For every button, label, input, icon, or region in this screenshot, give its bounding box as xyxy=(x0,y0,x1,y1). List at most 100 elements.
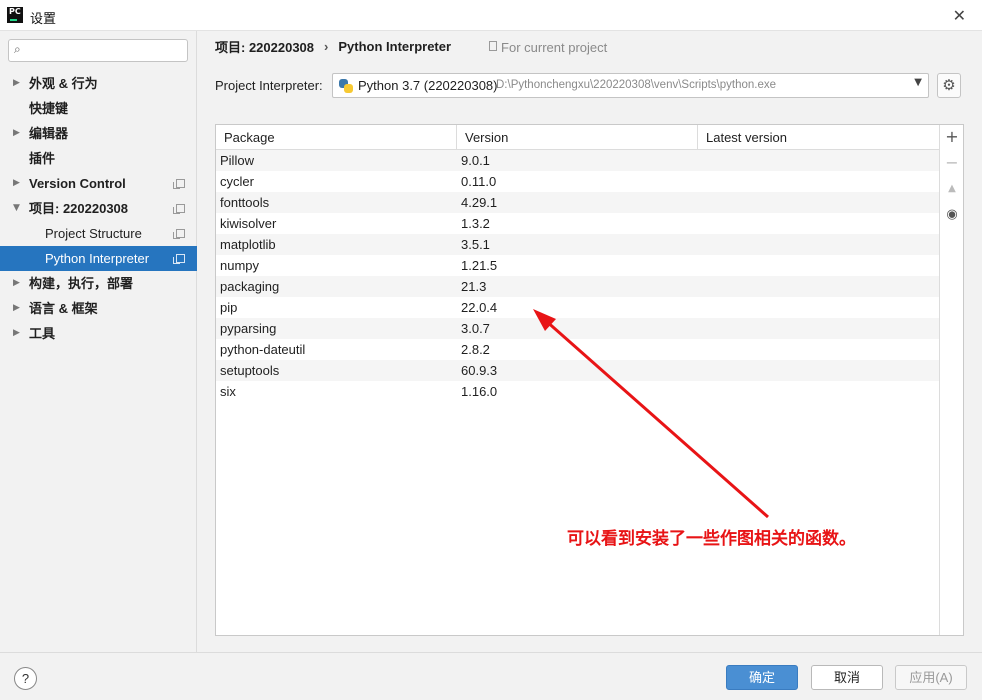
package-toolbar: + − ▲ ◉ xyxy=(939,125,963,635)
package-version: 22.0.4 xyxy=(461,300,498,315)
column-header-version[interactable]: Version xyxy=(457,125,698,150)
upgrade-icon[interactable]: ▲ xyxy=(940,179,964,199)
package-name: matplotlib xyxy=(220,237,276,252)
package-version: 3.0.7 xyxy=(461,321,490,336)
chevron-right-icon[interactable]: ▶ xyxy=(13,271,20,296)
table-row[interactable]: fonttools 4.29.1 xyxy=(216,192,939,213)
package-name: kiwisolver xyxy=(220,216,277,231)
package-table-panel: Package Version Latest version Pillow 9.0… xyxy=(215,124,964,636)
package-name: fonttools xyxy=(220,195,270,210)
sidebar-item-9[interactable]: ▶ 语言 & 框架 xyxy=(0,296,197,321)
sidebar-item-1[interactable]: 快捷键 xyxy=(0,96,197,121)
sidebar-item-label: Python Interpreter xyxy=(45,251,150,266)
sidebar-item-0[interactable]: ▶ 外观 & 行为 xyxy=(0,71,197,96)
package-name: setuptools xyxy=(220,363,280,378)
package-version: 4.29.1 xyxy=(461,195,498,210)
sidebar-item-label: 构建，执行，部署 xyxy=(29,276,134,291)
table-row[interactable]: pyparsing 3.0.7 xyxy=(216,318,939,339)
table-row[interactable]: numpy 1.21.5 xyxy=(216,255,939,276)
interpreter-path: D:\Pythonchengxu\220220308\venv\Scripts\… xyxy=(496,79,777,91)
table-row[interactable]: python-dateutil 2.8.2 xyxy=(216,339,939,360)
gear-icon[interactable]: ⚙ xyxy=(937,73,961,98)
table-row[interactable]: kiwisolver 1.3.2 xyxy=(216,213,939,234)
package-name: packaging xyxy=(220,279,280,294)
sidebar-item-10[interactable]: ▶ 工具 xyxy=(0,321,197,346)
eye-icon[interactable]: ◉ xyxy=(940,205,964,225)
breadcrumb: 项目: 220220308 › Python Interpreter For curr… xyxy=(215,37,607,55)
sidebar-item-label: 工具 xyxy=(29,326,56,341)
package-name: pyparsing xyxy=(220,321,277,336)
window-title: 设置 xyxy=(30,11,57,26)
apply-button[interactable]: 应用(A) xyxy=(895,665,967,690)
table-row[interactable]: Pillow 9.0.1 xyxy=(216,150,939,171)
table-row[interactable]: matplotlib 3.5.1 xyxy=(216,234,939,255)
sidebar-item-label: Project Structure xyxy=(45,226,142,241)
package-name: numpy xyxy=(220,258,260,273)
help-button[interactable]: ? xyxy=(14,667,37,690)
document-icon xyxy=(489,41,498,52)
project-scope-icon xyxy=(173,229,185,239)
scope-note: For current project xyxy=(489,38,607,55)
sidebar-item-label: 插件 xyxy=(29,151,56,166)
sidebar-item-6[interactable]: Project Structure xyxy=(0,221,197,246)
package-version: 2.8.2 xyxy=(461,342,490,357)
chevron-right-icon[interactable]: ▶ xyxy=(13,171,20,196)
column-header-latest-version[interactable]: Latest version xyxy=(698,125,939,150)
table-row[interactable]: setuptools 60.9.3 xyxy=(216,360,939,381)
breadcrumb-separator-icon: › xyxy=(324,39,329,54)
title-bar: PC 设置 ✕ xyxy=(0,0,982,31)
sidebar-item-5[interactable]: ▼ 项目: 220220308 xyxy=(0,196,197,221)
chevron-right-icon[interactable]: ▶ xyxy=(13,321,20,346)
package-version: 21.3 xyxy=(461,279,487,294)
sidebar-item-3[interactable]: 插件 xyxy=(0,146,197,171)
sidebar-item-4[interactable]: ▶ Version Control xyxy=(0,171,197,196)
sidebar-item-label: 项目: 220220308 xyxy=(29,201,129,216)
sidebar-item-label: 外观 & 行为 xyxy=(29,76,98,91)
package-name: cycler xyxy=(220,174,254,189)
table-row[interactable]: cycler 0.11.0 xyxy=(216,171,939,192)
pycharm-logo-icon: PC xyxy=(7,7,23,23)
sidebar-item-2[interactable]: ▶ 编辑器 xyxy=(0,121,197,146)
remove-icon[interactable]: − xyxy=(940,153,964,173)
interpreter-dropdown[interactable]: Python 3.7 (220220308) D:\Pythonchengxu\… xyxy=(332,73,929,98)
chevron-down-icon[interactable]: ▼ xyxy=(914,77,922,88)
table-row[interactable]: six 1.16.0 xyxy=(216,381,939,402)
project-scope-icon xyxy=(173,254,185,264)
sidebar-item-7[interactable]: Python Interpreter xyxy=(0,246,197,271)
table-row[interactable]: pip 22.0.4 xyxy=(216,297,939,318)
package-name: pip xyxy=(220,300,238,315)
search-icon: ⌕ xyxy=(14,42,21,56)
interpreter-label: Project Interpreter: xyxy=(215,78,323,93)
search-input[interactable] xyxy=(33,42,183,59)
close-icon[interactable]: ✕ xyxy=(953,6,966,25)
annotation-text: 可以看到安装了一些作图相关的函数。 xyxy=(567,529,856,548)
package-name: python-dateutil xyxy=(220,342,306,357)
package-name: Pillow xyxy=(220,153,254,168)
settings-tree: ▶ 外观 & 行为 快捷键 ▶ 编辑器 插件 ▶ Version Control ▼ 项目: 22… xyxy=(0,71,197,346)
breadcrumb-project[interactable]: 项目: 220220308 xyxy=(215,37,314,56)
package-version: 0.11.0 xyxy=(461,174,497,189)
package-version: 1.21.5 xyxy=(461,258,498,273)
interpreter-name: Python 3.7 (220220308) xyxy=(358,78,498,93)
cancel-button[interactable]: 取消 xyxy=(811,665,883,690)
column-header-package[interactable]: Package xyxy=(216,125,457,150)
chevron-right-icon[interactable]: ▶ xyxy=(13,121,20,146)
package-version: 9.0.1 xyxy=(461,153,490,168)
add-icon[interactable]: + xyxy=(940,127,964,147)
table-header: Package Version Latest version xyxy=(216,125,939,150)
chevron-down-icon[interactable]: ▼ xyxy=(13,196,20,221)
dialog-footer: ? 确定 取消 应用(A) xyxy=(0,652,982,700)
sidebar-item-8[interactable]: ▶ 构建，执行，部署 xyxy=(0,271,197,296)
chevron-right-icon[interactable]: ▶ xyxy=(13,296,20,321)
settings-sidebar: ⌕ ▶ 外观 & 行为 快捷键 ▶ 编辑器 插件 ▶ Version Control ▼ 项目: … xyxy=(0,31,197,652)
sidebar-item-label: 编辑器 xyxy=(29,126,69,141)
package-version: 60.9.3 xyxy=(461,363,498,378)
project-scope-icon xyxy=(173,204,185,214)
sidebar-item-label: Version Control xyxy=(29,176,126,191)
chevron-right-icon[interactable]: ▶ xyxy=(13,71,20,96)
package-name: six xyxy=(220,384,236,399)
breadcrumb-page: Python Interpreter xyxy=(338,39,452,54)
settings-search[interactable]: ⌕ xyxy=(8,39,188,62)
ok-button[interactable]: 确定 xyxy=(726,665,798,690)
table-row[interactable]: packaging 21.3 xyxy=(216,276,939,297)
